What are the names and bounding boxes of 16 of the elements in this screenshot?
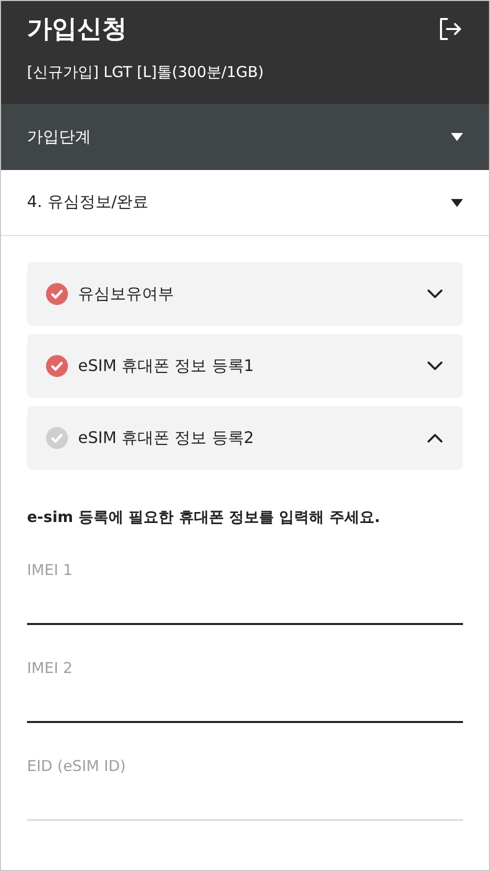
- step-dropdown[interactable]: 가입단계: [1, 104, 489, 170]
- input-field[interactable]: IMEI 2: [27, 655, 463, 723]
- chevron-icon: [427, 433, 443, 443]
- accordion-header[interactable]: 유심보유여부: [27, 262, 463, 326]
- caret-icon: [451, 133, 463, 141]
- logout-icon[interactable]: [437, 16, 463, 42]
- instruction-text: e-sim 등록에 필요한 휴대폰 정보를 입력해 주세요.: [27, 508, 382, 527]
- chevron-icon: [427, 289, 443, 299]
- plan-name: [신규가입] LGT [L]톨(300분/1GB): [27, 63, 265, 82]
- caret-icon: [451, 198, 463, 206]
- step-select[interactable]: 4. 유심정보/완료: [1, 170, 489, 236]
- chevron-icon: [427, 361, 443, 371]
- accordion-header[interactable]: eSIM 휴대폰 정보 등록2: [27, 406, 463, 470]
- page-title: 가입신청: [27, 13, 127, 45]
- accordion-header[interactable]: eSIM 휴대폰 정보 등록1: [27, 334, 463, 398]
- input-field[interactable]: IMEI 1: [27, 557, 463, 625]
